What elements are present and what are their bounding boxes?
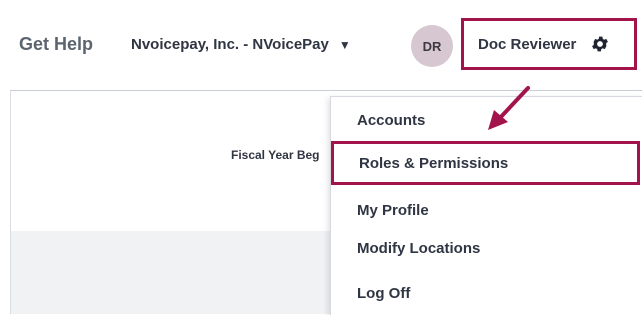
- avatar[interactable]: DR: [411, 25, 453, 67]
- get-help-link[interactable]: Get Help: [19, 34, 93, 55]
- user-menu-button[interactable]: Doc Reviewer: [461, 18, 637, 70]
- fiscal-year-label: Fiscal Year Beg: [231, 148, 320, 162]
- menu-item-modify-locations[interactable]: Modify Locations: [331, 229, 642, 267]
- user-name: Doc Reviewer: [478, 35, 577, 53]
- company-selector[interactable]: Nvoicepay, Inc. - NVoicePay ▼: [131, 36, 351, 53]
- caret-down-icon: ▼: [338, 37, 351, 52]
- menu-item-my-profile[interactable]: My Profile: [331, 191, 642, 229]
- company-label: Nvoicepay, Inc. - NVoicePay: [131, 36, 329, 53]
- gear-icon[interactable]: [590, 34, 610, 54]
- menu-item-roles-permissions[interactable]: Roles & Permissions: [331, 141, 640, 185]
- annotation-arrow-icon: [488, 86, 530, 130]
- menu-item-log-off[interactable]: Log Off: [331, 274, 642, 312]
